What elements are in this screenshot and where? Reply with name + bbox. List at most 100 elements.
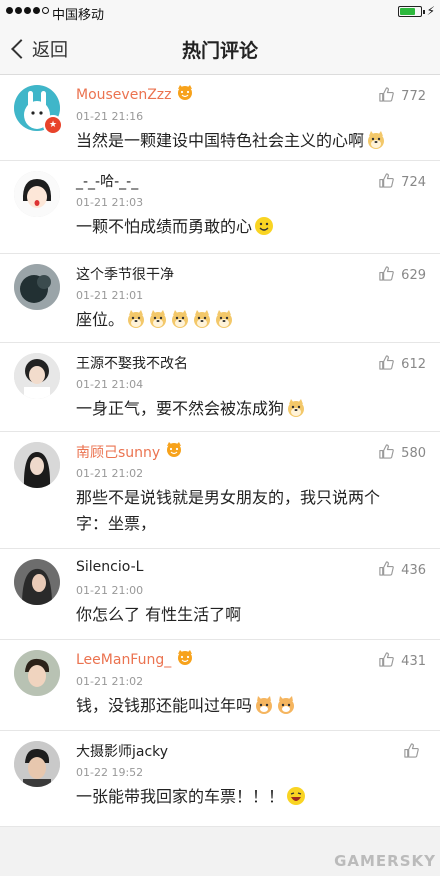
username[interactable]: Silencio-L bbox=[76, 559, 143, 575]
like-button[interactable]: 431 bbox=[378, 651, 426, 672]
cat-emoji-icon bbox=[254, 695, 274, 715]
bird-avatar[interactable] bbox=[14, 264, 60, 310]
page-title: 热门评论 bbox=[181, 40, 258, 62]
comment-row[interactable]: LeeManFung_ 01-21 21:02 钱，没钱那还能叫过年吗 431 bbox=[0, 640, 440, 731]
comment-body: 那些不是说钱就是男女朋友的，我只说两个字：坐票， bbox=[76, 485, 410, 537]
thumbs-up-icon bbox=[403, 742, 420, 763]
smile-emoji-icon bbox=[254, 216, 274, 236]
thumbs-up-icon bbox=[378, 86, 395, 107]
username[interactable]: 南顾己sunny bbox=[76, 442, 160, 462]
comment-body: 钱，没钱那还能叫过年吗 bbox=[76, 693, 410, 719]
like-count: 580 bbox=[401, 446, 426, 461]
comment-body: 你怎么了 有性生活了啊 bbox=[76, 602, 410, 628]
doge-emoji-icon bbox=[170, 309, 190, 329]
comment-time: 01-21 21:02 bbox=[76, 467, 144, 480]
comment-body: 一身正气，要不然会被冻成狗 bbox=[76, 396, 410, 422]
comment-time: 01-21 21:01 bbox=[76, 289, 144, 302]
like-button[interactable]: 724 bbox=[378, 172, 426, 193]
like-button[interactable] bbox=[403, 742, 426, 763]
cartoon-girl-avatar[interactable] bbox=[14, 171, 60, 217]
username[interactable]: 这个季节很干净 bbox=[76, 264, 174, 284]
name-row: 这个季节很干净 bbox=[76, 264, 174, 284]
vip-crown-icon bbox=[175, 85, 195, 105]
comment-text: 一张能带我回家的车票！！！ bbox=[76, 787, 285, 806]
comment-time: 01-21 21:03 bbox=[76, 196, 144, 209]
like-count: 431 bbox=[401, 654, 426, 669]
name-row: 大摄影师jacky bbox=[76, 741, 168, 761]
like-button[interactable]: 580 bbox=[378, 443, 426, 464]
username[interactable]: 王源不娶我不改名 bbox=[76, 353, 188, 373]
comment-row[interactable]: Silencio-L 01-21 21:00 你怎么了 有性生活了啊 436 bbox=[0, 549, 440, 640]
comment-time: 01-21 21:00 bbox=[76, 584, 144, 597]
thumbs-up-icon bbox=[378, 265, 395, 286]
doge-emoji-icon bbox=[192, 309, 212, 329]
comment-text: 当然是一颗建设中国特色社会主义的心啊 bbox=[76, 131, 365, 150]
thumbs-up-icon bbox=[378, 560, 395, 581]
comment-time: 01-22 19:52 bbox=[76, 766, 144, 779]
man-portrait-avatar[interactable] bbox=[14, 741, 60, 787]
comment-row[interactable]: 王源不娶我不改名 01-21 21:04 一身正气，要不然会被冻成狗 612 bbox=[0, 343, 440, 432]
thumbs-up-icon bbox=[378, 443, 395, 464]
like-button[interactable]: 772 bbox=[378, 86, 426, 107]
thumbs-up-icon bbox=[378, 651, 395, 672]
comment-body: 座位。 bbox=[76, 307, 410, 333]
comment-body: 一颗不怕成绩而勇敢的心 bbox=[76, 214, 410, 240]
comment-text: 钱，没钱那还能叫过年吗 bbox=[76, 696, 253, 715]
comment-row[interactable]: 这个季节很干净 01-21 21:01 座位。 629 bbox=[0, 254, 440, 343]
comment-row[interactable]: 南顾己sunny 01-21 21:02 那些不是说钱就是男女朋友的，我只说两个字：… bbox=[0, 432, 440, 549]
name-row: Silencio-L bbox=[76, 559, 143, 575]
comment-text: 那些不是说钱就是男女朋友的，我只说两个字：坐票， bbox=[76, 488, 381, 533]
like-count: 436 bbox=[401, 563, 426, 578]
charging-icon: ⚡ bbox=[426, 4, 435, 18]
like-count: 724 bbox=[401, 175, 426, 190]
doge-emoji-icon bbox=[366, 130, 386, 150]
comment-text: 座位。 bbox=[76, 310, 125, 329]
comment-time: 01-21 21:16 bbox=[76, 110, 144, 123]
status-bar: 中国移动 ⚡ bbox=[0, 0, 440, 24]
name-row: _-_-哈-_-_ bbox=[76, 171, 138, 191]
doge-emoji-icon bbox=[214, 309, 234, 329]
like-button[interactable]: 629 bbox=[378, 265, 426, 286]
thumbs-up-icon bbox=[378, 172, 395, 193]
comment-text: 一颗不怕成绩而勇敢的心 bbox=[76, 217, 253, 236]
like-button[interactable]: 612 bbox=[378, 354, 426, 375]
comment-text: 一身正气，要不然会被冻成狗 bbox=[76, 399, 285, 418]
comment-row[interactable]: _-_-哈-_-_ 01-21 21:03 一颗不怕成绩而勇敢的心 724 bbox=[0, 161, 440, 254]
name-row: 南顾己sunny bbox=[76, 442, 184, 462]
name-row: 王源不娶我不改名 bbox=[76, 353, 188, 373]
vip-crown-icon bbox=[164, 442, 184, 462]
battery-icon bbox=[398, 6, 425, 17]
username[interactable]: LeeManFung_ bbox=[76, 652, 171, 668]
laugh-emoji-icon bbox=[286, 786, 306, 806]
carrier-name: 中国移动 bbox=[52, 8, 105, 23]
verified-badge-icon: ★ bbox=[43, 115, 63, 135]
young-man-avatar[interactable] bbox=[14, 650, 60, 696]
name-row: MousevenZzz bbox=[76, 85, 195, 105]
doge-emoji-icon bbox=[126, 309, 146, 329]
thumbs-up-icon bbox=[378, 354, 395, 375]
username[interactable]: MousevenZzz bbox=[76, 87, 171, 103]
white-hood-avatar[interactable] bbox=[14, 353, 60, 399]
comment-row[interactable]: ★ MousevenZzz 01-21 21:16 当然是一颗建设中国特色社会主义的心… bbox=[0, 75, 440, 161]
doge-emoji-icon bbox=[148, 309, 168, 329]
portrait-avatar[interactable] bbox=[14, 559, 60, 605]
long-hair-avatar[interactable] bbox=[14, 442, 60, 488]
name-row: LeeManFung_ bbox=[76, 650, 195, 670]
username[interactable]: 大摄影师jacky bbox=[76, 741, 168, 761]
watermark: GAMERSKY bbox=[334, 852, 436, 870]
like-count: 629 bbox=[401, 268, 426, 283]
vip-crown-icon bbox=[175, 650, 195, 670]
comment-text: 你怎么了 有性生活了啊 bbox=[76, 605, 242, 624]
comment-body: 当然是一颗建设中国特色社会主义的心啊 bbox=[76, 128, 410, 154]
signal-strength-icon bbox=[6, 7, 49, 14]
like-button[interactable]: 436 bbox=[378, 560, 426, 581]
like-count: 612 bbox=[401, 357, 426, 372]
nav-bar: 返回 热门评论 bbox=[0, 24, 440, 75]
comment-time: 01-21 21:04 bbox=[76, 378, 144, 391]
comment-row[interactable]: 大摄影师jacky 01-22 19:52 一张能带我回家的车票！！！ bbox=[0, 731, 440, 827]
comment-time: 01-21 21:02 bbox=[76, 675, 144, 688]
username[interactable]: _-_-哈-_-_ bbox=[76, 171, 138, 191]
cat-emoji-icon bbox=[276, 695, 296, 715]
comment-body: 一张能带我回家的车票！！！ bbox=[76, 784, 410, 810]
like-count: 772 bbox=[401, 89, 426, 104]
